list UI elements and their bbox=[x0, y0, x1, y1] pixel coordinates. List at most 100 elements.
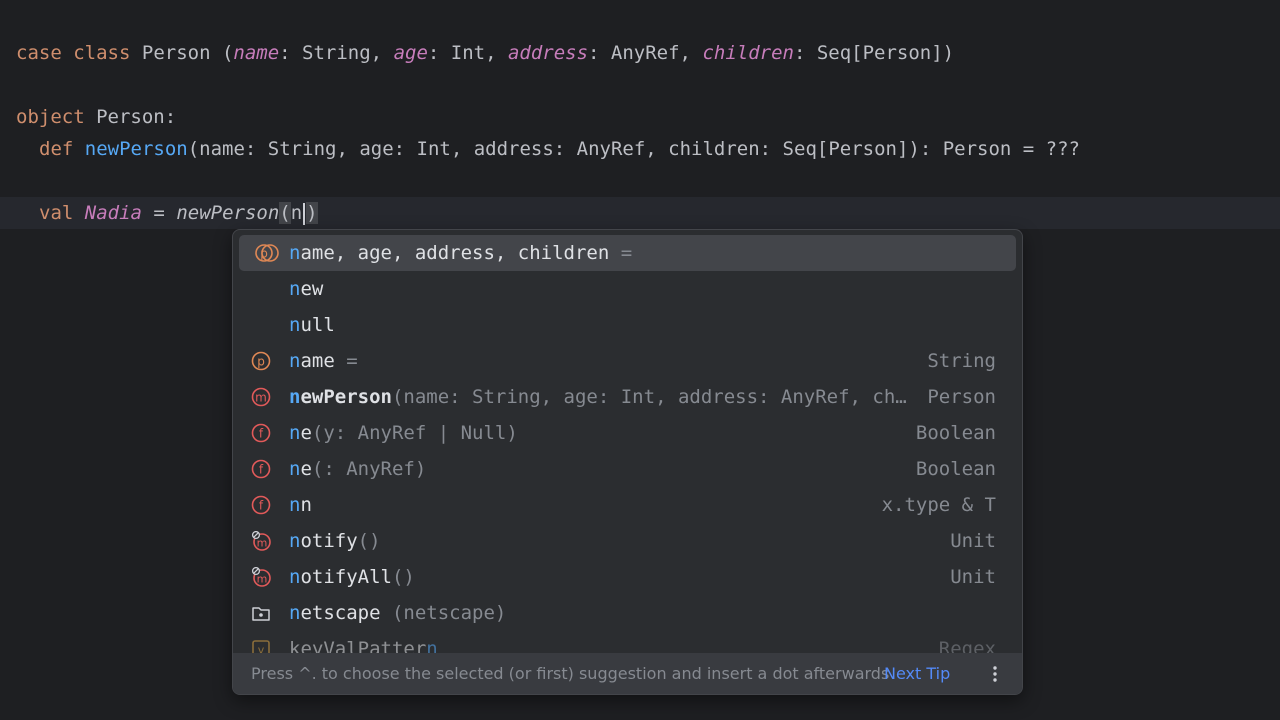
param-name: name bbox=[233, 42, 280, 64]
keyword: class bbox=[73, 42, 131, 64]
completion-text: ull bbox=[300, 314, 335, 336]
completion-item-label: keyValPattern bbox=[289, 631, 438, 653]
completion-tail: (name: String, age: Int, address: AnyRef… bbox=[391, 386, 907, 408]
keyword: case bbox=[16, 42, 62, 64]
function-signature: (name: String, age: Int, address: AnyRef… bbox=[187, 138, 1080, 160]
completion-type: x.type & T bbox=[881, 494, 996, 516]
completion-item-label: newPerson(name: String, age: Int, addres… bbox=[289, 379, 907, 415]
completion-tail: n bbox=[426, 638, 438, 653]
completion-item[interactable]: m notify() Unit bbox=[239, 523, 1016, 559]
completion-item[interactable]: null bbox=[239, 307, 1016, 343]
completion-item-label: netscape (netscape) bbox=[289, 595, 506, 631]
function-icon: f bbox=[251, 495, 271, 515]
code-line-val[interactable]: val Nadia = newPerson(n) bbox=[39, 197, 318, 229]
completion-text: keyValPatter bbox=[289, 638, 427, 653]
param-address: address bbox=[507, 42, 589, 64]
completion-tail: (y: AnyRef | Null) bbox=[311, 422, 518, 444]
completion-tail: = bbox=[334, 350, 358, 372]
completion-text: ame, age, address, children bbox=[300, 242, 610, 264]
method-icon: m bbox=[251, 387, 271, 407]
svg-text:v: v bbox=[258, 644, 265, 654]
completion-item-label: ne(: AnyRef) bbox=[289, 451, 426, 487]
svg-text:m: m bbox=[257, 573, 268, 586]
svg-text:p: p bbox=[260, 247, 268, 261]
keyword: object bbox=[16, 106, 85, 128]
param-type: : String, bbox=[279, 42, 394, 64]
completion-item-label: name = bbox=[289, 343, 358, 379]
param-type: : AnyRef, bbox=[588, 42, 703, 64]
function-icon: f bbox=[251, 459, 271, 479]
completion-footer: Press ^. to choose the selected (or firs… bbox=[233, 653, 1022, 694]
code-line-case-class[interactable]: case class Person (name: String, age: In… bbox=[16, 37, 954, 69]
next-tip-link[interactable]: Next Tip bbox=[884, 653, 950, 694]
svg-text:p: p bbox=[257, 355, 265, 369]
completion-match: n bbox=[289, 278, 301, 300]
parameter-icon: p bbox=[251, 351, 271, 371]
completion-match: n bbox=[289, 422, 301, 444]
completion-list[interactable]: p name, age, address, children = new null p n… bbox=[233, 230, 1022, 653]
completion-type: Unit bbox=[950, 530, 996, 552]
completion-item-label: nn bbox=[289, 487, 312, 523]
class-name: Person bbox=[141, 42, 211, 64]
text-caret bbox=[303, 202, 306, 225]
code-line-object[interactable]: object Person: bbox=[16, 101, 176, 133]
param-age: age bbox=[393, 42, 428, 64]
completion-item-label: notifyAll() bbox=[289, 559, 415, 595]
completion-tail: () bbox=[391, 566, 415, 588]
completion-text: n bbox=[300, 494, 312, 516]
completion-match: n bbox=[289, 314, 301, 336]
completion-type: String bbox=[927, 350, 996, 372]
keyword: val bbox=[39, 202, 74, 224]
completion-text: otifyAll bbox=[300, 566, 392, 588]
keyword: def bbox=[39, 138, 74, 160]
completion-popup[interactable]: p name, age, address, children = new null p n… bbox=[232, 229, 1023, 695]
completion-item[interactable]: f ne(y: AnyRef | Null) Boolean bbox=[239, 415, 1016, 451]
completion-item[interactable]: netscape (netscape) bbox=[239, 595, 1016, 631]
operator: = bbox=[141, 202, 177, 224]
completion-text: ewPerson bbox=[300, 386, 392, 408]
close-paren: ) bbox=[306, 202, 318, 224]
completion-item-label: notify() bbox=[289, 523, 381, 559]
call-name: newPerson bbox=[176, 202, 280, 224]
completion-item[interactable]: v keyValPattern Regex bbox=[239, 631, 1016, 653]
function-icon: f bbox=[251, 423, 271, 443]
completion-text: e bbox=[300, 422, 312, 444]
completion-item[interactable]: m notifyAll() Unit bbox=[239, 559, 1016, 595]
value-icon: v bbox=[252, 640, 270, 654]
completion-match: n bbox=[289, 386, 301, 408]
svg-text:m: m bbox=[255, 391, 267, 405]
completion-tail: (netscape) bbox=[380, 602, 507, 624]
completion-item-label: null bbox=[289, 307, 335, 343]
completion-item[interactable]: f ne(: AnyRef) Boolean bbox=[239, 451, 1016, 487]
package-icon bbox=[252, 607, 270, 621]
completion-match: n bbox=[289, 530, 301, 552]
completion-item[interactable]: p name, age, address, children = bbox=[239, 235, 1016, 271]
completion-match: n bbox=[289, 242, 301, 264]
completion-match: n bbox=[289, 458, 301, 480]
completion-match: n bbox=[289, 494, 301, 516]
open-paren: ( bbox=[279, 202, 291, 224]
completion-item[interactable]: f nn x.type & T bbox=[239, 487, 1016, 523]
completion-type: Boolean bbox=[915, 422, 996, 444]
completion-text: e bbox=[300, 458, 312, 480]
svg-text:f: f bbox=[259, 427, 264, 441]
completion-tail: () bbox=[357, 530, 381, 552]
completion-text: ame bbox=[300, 350, 335, 372]
completion-item-label: ne(y: AnyRef | Null) bbox=[289, 415, 518, 451]
method-locked-icon: m bbox=[251, 531, 271, 551]
completion-text: etscape bbox=[300, 602, 381, 624]
completion-match: n bbox=[289, 350, 301, 372]
code-line-def[interactable]: def newPerson(name: String, age: Int, ad… bbox=[39, 133, 1080, 165]
object-name: Person: bbox=[96, 106, 177, 128]
completion-type: Boolean bbox=[915, 458, 996, 480]
param-children: children bbox=[702, 42, 794, 64]
completion-item-label: name, age, address, children = bbox=[289, 235, 632, 271]
completion-item[interactable]: p name = String bbox=[239, 343, 1016, 379]
completion-item[interactable]: m newPerson(name: String, age: Int, addre… bbox=[239, 379, 1016, 415]
completion-item[interactable]: new bbox=[239, 271, 1016, 307]
typed-text: n bbox=[290, 202, 303, 224]
method-locked-icon: m bbox=[251, 567, 271, 587]
completion-match: n bbox=[289, 566, 301, 588]
completion-tail: (: AnyRef) bbox=[311, 458, 427, 480]
more-options-icon[interactable] bbox=[987, 665, 1003, 683]
